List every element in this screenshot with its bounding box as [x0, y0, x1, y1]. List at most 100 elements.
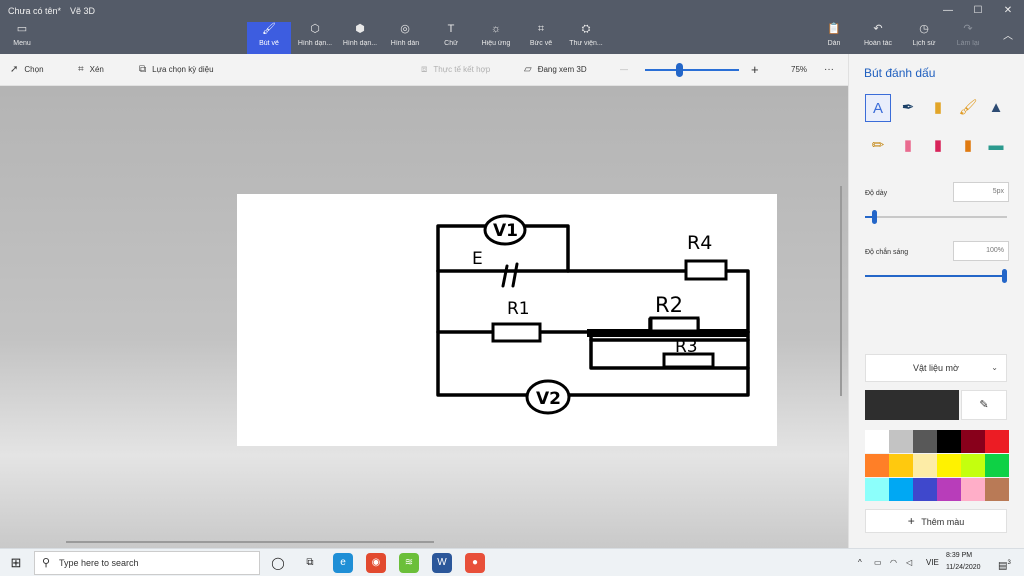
add-color-button[interactable]: + Thêm màu [865, 509, 1007, 533]
pencil-icon[interactable]: ✏ [865, 132, 891, 160]
view-3d-icon: ▱ [524, 64, 532, 75]
clock-date[interactable]: 11/24/2020 [946, 564, 981, 571]
word-icon[interactable]: W [432, 553, 452, 573]
color-swatch[interactable] [889, 430, 913, 453]
minimize-button[interactable]: — [936, 4, 960, 18]
color-swatch[interactable] [913, 430, 937, 453]
tab-3d-shapes[interactable]: ⬢ Hình dạn... [338, 22, 382, 54]
tab-brushes[interactable]: 🖌 Bút vẽ [247, 22, 291, 54]
zoom-out-button[interactable]: — [620, 54, 628, 86]
language-indicator[interactable]: VIE [926, 549, 939, 576]
color-swatch[interactable] [937, 430, 961, 453]
color-swatch[interactable] [865, 430, 889, 453]
search-icon: ⚲ [42, 557, 51, 569]
resistor-r1 [491, 322, 542, 343]
tray-chevron-icon[interactable]: ^ [858, 549, 862, 576]
marker-icon[interactable]: A [865, 94, 891, 122]
drawing-canvas[interactable]: V1 V2 E R1 R2 R3 R4 [237, 194, 777, 446]
zoom-level[interactable]: 75% [791, 54, 807, 86]
zoom-slider-thumb[interactable] [675, 63, 683, 77]
spraycan-icon[interactable]: ▮ [955, 132, 981, 160]
bluestacks-icon[interactable]: ≋ [399, 553, 419, 573]
current-color-swatch[interactable] [865, 390, 959, 420]
pixel-pen-icon[interactable]: ▲ [983, 94, 1009, 122]
eyedropper-icon[interactable]: ✎ [961, 390, 1007, 420]
material-dropdown[interactable]: Vật liệu mờ ⌄ [865, 354, 1007, 382]
mixed-reality-button[interactable]: ⧈ Thực tế kết hợp [421, 54, 490, 86]
chevron-down-icon: ⌄ [991, 363, 998, 372]
label-r4: R4 [687, 232, 712, 254]
ribbon: Chưa có tên* Vẽ 3D — ☐ ✕ ▭ Menu 🖌 Bút vẽ… [0, 0, 1024, 54]
windows-start-icon[interactable]: ⊞ [0, 549, 32, 576]
notification-center-icon[interactable]: ▤3 [998, 549, 1011, 576]
color-swatch[interactable] [961, 478, 985, 501]
color-swatch[interactable] [985, 454, 1009, 477]
undo-button[interactable]: ↶ Hoàn tác [856, 22, 900, 54]
panel-title: Bút đánh dấu [864, 66, 936, 80]
more-options-button[interactable]: ··· [824, 54, 834, 86]
chrome-icon[interactable]: ◉ [366, 553, 386, 573]
color-swatch[interactable] [961, 430, 985, 453]
taskbar-search-input[interactable]: ⚲ Type here to search [34, 551, 260, 575]
color-swatch[interactable] [913, 454, 937, 477]
tab-stickers[interactable]: ◎ Hình dán [383, 22, 427, 54]
label-r3: R3 [675, 337, 698, 357]
label-v2: V2 [536, 389, 561, 409]
color-swatch[interactable] [889, 454, 913, 477]
color-swatch[interactable] [865, 478, 889, 501]
color-swatch[interactable] [961, 454, 985, 477]
vertical-scrollbar[interactable] [840, 186, 842, 396]
color-swatch[interactable] [889, 478, 913, 501]
network-icon[interactable]: ◠ [890, 549, 897, 576]
color-swatch[interactable] [865, 454, 889, 477]
color-swatch[interactable] [913, 478, 937, 501]
fill-icon[interactable]: ▬ [983, 132, 1009, 160]
thickness-slider-thumb[interactable] [871, 210, 877, 224]
battery-icon[interactable]: ▭ [874, 549, 882, 576]
task-view-icon[interactable]: ◯ [268, 553, 288, 573]
eraser-icon[interactable]: ▮ [895, 132, 921, 160]
collapse-ribbon-button[interactable]: ︿ [996, 30, 1020, 44]
select-button[interactable]: ➚ Chọn [10, 54, 44, 86]
zoom-in-button[interactable]: + [751, 54, 759, 86]
opacity-slider-track[interactable] [865, 275, 1007, 277]
volume-icon[interactable]: ◁ [906, 549, 912, 576]
color-swatch[interactable] [985, 478, 1009, 501]
crop-button[interactable]: ⌗ Xén [78, 54, 104, 86]
redo-button[interactable]: ↷ Làm lại [946, 22, 990, 54]
crayon-icon[interactable]: ▮ [925, 132, 951, 160]
canvas-icon: ⌗ [537, 23, 545, 35]
tab-3d-library[interactable]: ⛭ Thư viện... [564, 22, 608, 54]
edge-icon[interactable]: e [333, 553, 353, 573]
3d-shapes-icon: ⬢ [355, 23, 365, 35]
calligraphy-pen-icon[interactable]: ✒ [895, 94, 921, 122]
thickness-value[interactable]: 5px [953, 182, 1009, 202]
taskview-timeline-icon[interactable]: ⧉ [300, 553, 320, 573]
view-3d-button[interactable]: ▱ Đang xem 3D [524, 54, 587, 86]
tab-2d-shapes[interactable]: ⬡ Hình dạn... [293, 22, 337, 54]
menu-button[interactable]: ▭ Menu [0, 22, 44, 54]
zoom-slider-track[interactable] [645, 69, 739, 71]
horizontal-scrollbar[interactable] [66, 541, 434, 543]
tab-canvas[interactable]: ⌗ Bức vẽ [519, 22, 563, 54]
opacity-slider-thumb[interactable] [1002, 269, 1007, 283]
opacity-value[interactable]: 100% [953, 241, 1009, 261]
paste-button[interactable]: 📋 Dán [812, 22, 856, 54]
watercolor-icon[interactable]: 🖌 [955, 94, 981, 122]
history-button[interactable]: ◷ Lịch sử [902, 22, 946, 54]
close-button[interactable]: ✕ [996, 4, 1020, 18]
color-swatch[interactable] [937, 478, 961, 501]
magic-select-button[interactable]: ⧉ Lựa chọn kỳ diệu [139, 54, 214, 86]
tab-text[interactable]: T Chữ [429, 22, 473, 54]
text-icon: T [447, 23, 455, 35]
maximize-button[interactable]: ☐ [966, 4, 990, 18]
thickness-slider-track[interactable] [865, 216, 1007, 218]
clock-time[interactable]: 8:39 PM [946, 552, 972, 559]
oil-brush-icon[interactable]: ▮ [925, 94, 951, 122]
opacity-label: Độ chắn sáng [865, 249, 909, 256]
paint3d-icon[interactable]: ● [465, 553, 485, 573]
color-swatch[interactable] [985, 430, 1009, 453]
tab-effects[interactable]: ☼ Hiệu ứng [474, 22, 518, 54]
brush-icon: 🖌 [262, 23, 276, 35]
color-swatch[interactable] [937, 454, 961, 477]
